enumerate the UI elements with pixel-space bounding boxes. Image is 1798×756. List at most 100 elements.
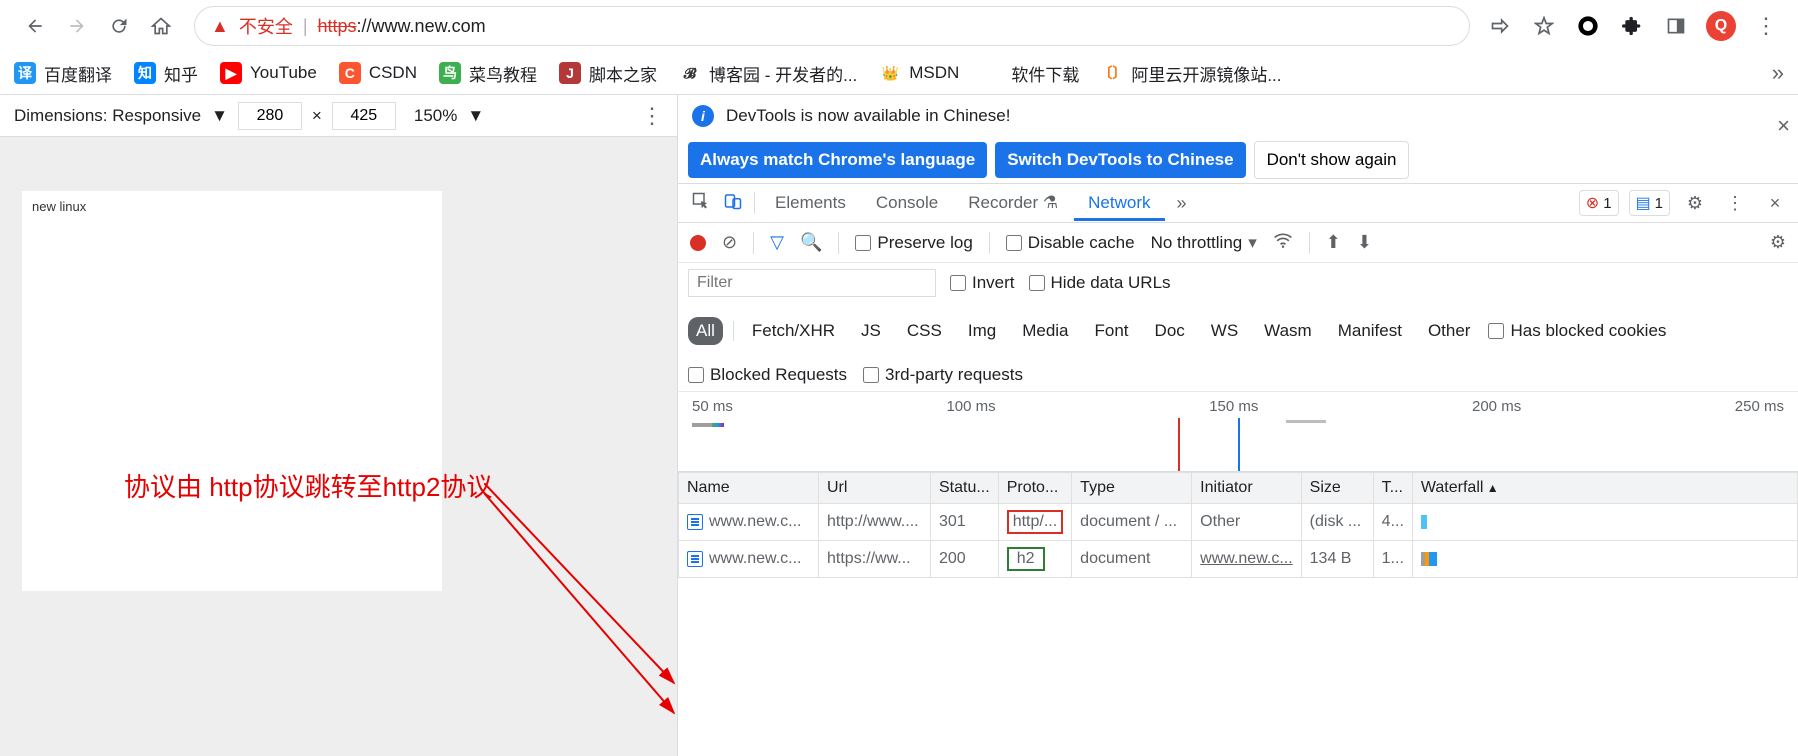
- tabs-overflow-icon[interactable]: »: [1167, 193, 1197, 214]
- profile-avatar[interactable]: Q: [1706, 11, 1736, 41]
- bookmark-item[interactable]: 译百度翻译: [14, 61, 112, 86]
- bookmark-item[interactable]: 知知乎: [134, 61, 198, 86]
- match-language-button[interactable]: Always match Chrome's language: [688, 142, 987, 178]
- inspect-icon[interactable]: [686, 192, 716, 215]
- th-name[interactable]: Name: [679, 473, 819, 504]
- panel-icon[interactable]: [1662, 12, 1690, 40]
- share-icon[interactable]: [1486, 12, 1514, 40]
- close-notice-icon[interactable]: ×: [1777, 113, 1790, 139]
- filter-type-css[interactable]: CSS: [899, 317, 950, 345]
- height-input[interactable]: [332, 102, 396, 130]
- filter-input[interactable]: [688, 269, 936, 297]
- address-bar[interactable]: ▲ 不安全 | https://www.new.com: [194, 6, 1470, 46]
- wifi-icon[interactable]: [1273, 230, 1293, 255]
- dont-show-button[interactable]: Don't show again: [1254, 141, 1410, 179]
- bookmark-item[interactable]: 👑MSDN: [879, 62, 959, 84]
- network-settings-icon[interactable]: ⚙: [1770, 232, 1786, 253]
- annotation-arrows: [484, 483, 694, 733]
- timeline-tick: 100 ms: [946, 398, 995, 415]
- tab-recorder[interactable]: Recorder ⚗: [954, 185, 1072, 221]
- main-split: Dimensions: Responsive ▼ × 150% ▼ ⋮ new …: [0, 94, 1798, 756]
- network-row[interactable]: www.new.c...https://ww...200h2documentww…: [679, 541, 1798, 578]
- dimensions-dropdown-icon[interactable]: ▼: [211, 106, 228, 126]
- extensions-icon[interactable]: [1618, 12, 1646, 40]
- emulated-page[interactable]: new linux: [22, 191, 442, 591]
- invert-checkbox[interactable]: Invert: [950, 273, 1015, 293]
- th-status[interactable]: Statu...: [931, 473, 999, 504]
- preserve-log-checkbox[interactable]: Preserve log: [855, 233, 972, 253]
- forward-button[interactable]: [60, 9, 94, 43]
- bookmark-label: YouTube: [250, 63, 317, 83]
- dimensions-label[interactable]: Dimensions: Responsive: [14, 106, 201, 126]
- filter-type-doc[interactable]: Doc: [1147, 317, 1193, 345]
- document-icon: [687, 551, 703, 567]
- th-time[interactable]: T...: [1373, 473, 1412, 504]
- menu-icon[interactable]: ⋮: [1752, 12, 1780, 40]
- device-emulation-pane: Dimensions: Responsive ▼ × 150% ▼ ⋮ new …: [0, 95, 678, 756]
- bookmark-label: 软件下载: [1011, 61, 1079, 86]
- filter-type-manifest[interactable]: Manifest: [1330, 317, 1410, 345]
- device-menu-icon[interactable]: ⋮: [641, 103, 663, 129]
- bookmark-item[interactable]: 〔〕阿里云开源镜像站...: [1101, 61, 1281, 86]
- bookmark-item[interactable]: CCSDN: [339, 62, 417, 84]
- download-icon[interactable]: ⬇: [1357, 232, 1372, 253]
- device-toggle-icon[interactable]: [718, 192, 748, 215]
- blocked-requests-checkbox[interactable]: Blocked Requests: [688, 365, 847, 385]
- record-button[interactable]: [690, 235, 706, 251]
- filter-type-other[interactable]: Other: [1420, 317, 1479, 345]
- network-row[interactable]: www.new.c...http://www....301http/...doc…: [679, 504, 1798, 541]
- bookmark-item[interactable]: 鸟菜鸟教程: [439, 61, 537, 86]
- th-waterfall[interactable]: Waterfall: [1412, 473, 1797, 504]
- filter-toggle-icon[interactable]: ▽: [770, 232, 784, 253]
- th-url[interactable]: Url: [819, 473, 931, 504]
- th-size[interactable]: Size: [1301, 473, 1373, 504]
- filter-type-media[interactable]: Media: [1014, 317, 1076, 345]
- filter-type-font[interactable]: Font: [1087, 317, 1137, 345]
- error-icon: ⊗: [1586, 193, 1599, 213]
- filter-type-js[interactable]: JS: [853, 317, 889, 345]
- close-devtools-icon[interactable]: ×: [1760, 193, 1790, 214]
- filter-type-ws[interactable]: WS: [1203, 317, 1246, 345]
- blocked-cookies-checkbox[interactable]: Has blocked cookies: [1488, 321, 1666, 341]
- tab-elements[interactable]: Elements: [761, 185, 860, 221]
- zoom-level[interactable]: 150%: [414, 106, 457, 126]
- throttling-select[interactable]: No throttling: [1151, 233, 1257, 253]
- tab-console[interactable]: Console: [862, 185, 952, 221]
- settings-icon[interactable]: ⚙: [1680, 193, 1710, 214]
- switch-chinese-button[interactable]: Switch DevTools to Chinese: [995, 142, 1245, 178]
- filter-type-wasm[interactable]: Wasm: [1256, 317, 1320, 345]
- error-badge[interactable]: ⊗1: [1579, 190, 1619, 216]
- bookmark-item[interactable]: J脚本之家: [559, 61, 657, 86]
- bookmark-favicon: 〔〕: [1101, 62, 1123, 84]
- circle-icon[interactable]: [1574, 12, 1602, 40]
- zoom-dropdown-icon[interactable]: ▼: [467, 106, 484, 126]
- bookmarks-overflow-icon[interactable]: »: [1772, 60, 1784, 86]
- bookmarks-bar: 译百度翻译知知乎 ▶YouTube CCSDN 鸟菜鸟教程 J脚本之家 𝓑博客园 - 开发…: [0, 52, 1798, 94]
- back-button[interactable]: [18, 9, 52, 43]
- device-stage: new linux 协议由 http协议跳转至http2协议: [0, 137, 677, 756]
- upload-icon[interactable]: ⬆: [1326, 232, 1341, 253]
- th-protocol[interactable]: Proto...: [998, 473, 1071, 504]
- width-input[interactable]: [238, 102, 302, 130]
- th-type[interactable]: Type: [1072, 473, 1192, 504]
- bookmark-item[interactable]: ■软件下载: [981, 61, 1079, 86]
- bookmark-star-icon[interactable]: [1530, 12, 1558, 40]
- bookmark-label: CSDN: [369, 63, 417, 83]
- search-icon[interactable]: 🔍: [800, 232, 822, 253]
- reload-button[interactable]: [102, 9, 136, 43]
- filter-type-img[interactable]: Img: [960, 317, 1004, 345]
- filter-type-all[interactable]: All: [688, 317, 723, 345]
- clear-icon[interactable]: ⊘: [722, 232, 737, 253]
- tab-network[interactable]: Network: [1074, 185, 1164, 221]
- filter-type-fetchxhr[interactable]: Fetch/XHR: [744, 317, 843, 345]
- bookmark-item[interactable]: ▶YouTube: [220, 62, 317, 84]
- third-party-checkbox[interactable]: 3rd-party requests: [863, 365, 1023, 385]
- home-button[interactable]: [144, 9, 178, 43]
- message-badge[interactable]: ▤1: [1629, 190, 1670, 216]
- devtools-menu-icon[interactable]: ⋮: [1720, 193, 1750, 214]
- bookmark-item[interactable]: 𝓑博客园 - 开发者的...: [679, 61, 857, 86]
- th-initiator[interactable]: Initiator: [1192, 473, 1301, 504]
- hide-data-urls-checkbox[interactable]: Hide data URLs: [1029, 273, 1171, 293]
- disable-cache-checkbox[interactable]: Disable cache: [1006, 233, 1135, 253]
- network-timeline[interactable]: 50 ms100 ms150 ms200 ms250 ms: [678, 392, 1798, 472]
